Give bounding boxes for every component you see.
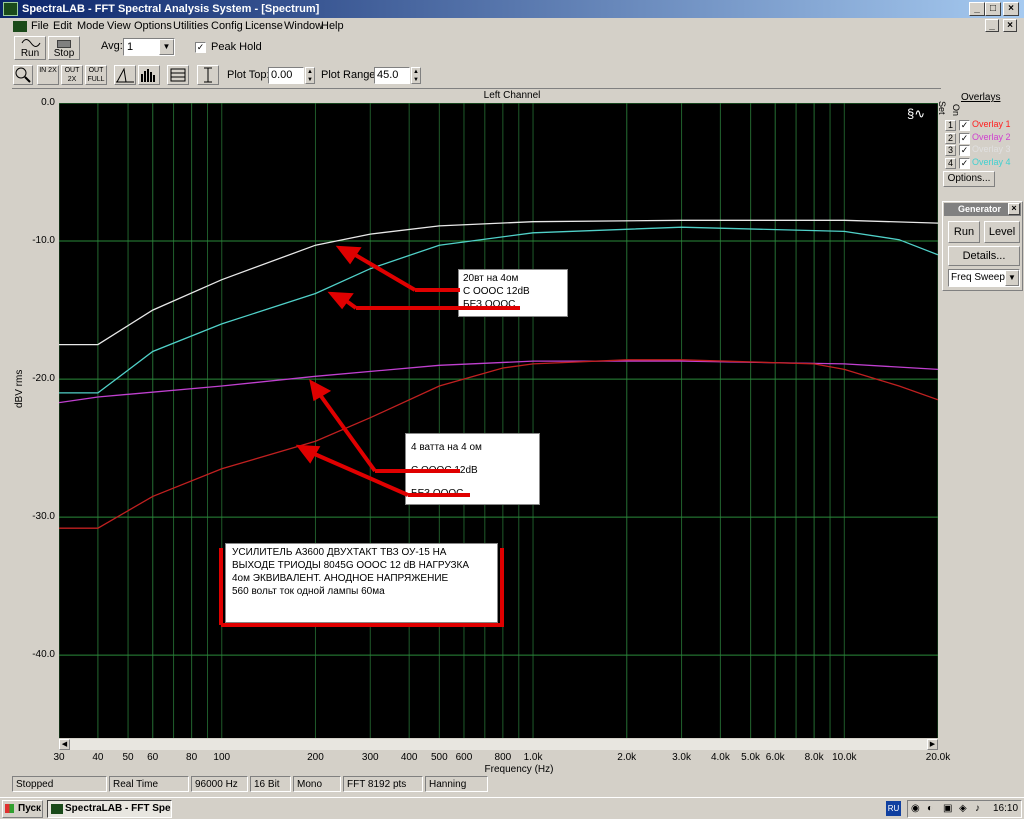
status-rate: 96000 Hz — [191, 776, 248, 792]
windows-logo-icon — [5, 804, 14, 813]
status-bits: 16 Bit — [250, 776, 291, 792]
status-mode: Real Time — [109, 776, 189, 792]
annotation-arrows — [219, 245, 520, 627]
overlay-set-button[interactable]: 4 — [945, 157, 956, 169]
generator-details-label: Details... — [962, 250, 1006, 262]
status-mode-text: Real Time — [113, 779, 159, 790]
system-tray: ◉ ◐ ▣ ◈ ♪ 16:10 — [907, 800, 1022, 818]
taskbar-app-button[interactable]: SpectraLAB - FFT Spe... — [47, 800, 172, 818]
language-label: RU — [887, 804, 900, 813]
overlays-set-col: Set — [937, 101, 947, 115]
overlay-options-button[interactable]: Options... — [943, 171, 995, 187]
taskbar: Пуск SpectraLAB - FFT Spe... RU ◉ ◐ ▣ ◈ … — [0, 797, 1024, 819]
generator-panel: Generator × Run Level Details... Freq Sw… — [942, 201, 1023, 291]
overlay-options-label: Options... — [947, 173, 991, 184]
overlay-on-checkbox[interactable]: ✓ — [959, 157, 970, 169]
tray-device-icon[interactable]: ◈ — [959, 803, 967, 814]
status-bits-text: 16 Bit — [254, 779, 280, 790]
overlays-header: Overlays — [961, 92, 1001, 103]
generator-run-button[interactable]: Run — [948, 221, 980, 243]
clock: 16:10 — [993, 803, 1019, 814]
generator-chevron-down-icon[interactable]: ▼ — [1005, 270, 1019, 286]
overlay-set-button[interactable]: 3 — [945, 145, 956, 156]
status-channels: Mono — [293, 776, 341, 792]
generator-close-icon[interactable]: × — [1008, 203, 1020, 215]
tray-network-icon[interactable]: ◉ — [911, 803, 920, 814]
taskbar-app-icon — [51, 804, 63, 814]
generator-title-label: Generator — [958, 204, 1002, 214]
language-indicator[interactable]: RU — [886, 801, 901, 816]
overlay-label: Overlay 3 — [972, 144, 1011, 154]
generator-level-label: Level — [988, 226, 1016, 238]
status-state: Stopped — [12, 776, 107, 792]
start-label: Пуск — [18, 803, 42, 814]
overlay-on-checkbox[interactable]: ✓ — [959, 145, 970, 156]
status-fft: FFT 8192 pts — [343, 776, 423, 792]
overlay-set-button[interactable]: 2 — [945, 132, 956, 144]
tray-volume-icon[interactable]: ◐ — [927, 803, 933, 814]
overlays-on-col: On — [951, 104, 961, 117]
overlay-on-checkbox[interactable]: ✓ — [959, 120, 970, 131]
generator-mode-value: Freq Sweep — [951, 272, 1005, 283]
tray-speaker-icon[interactable]: ♪ — [975, 803, 980, 814]
generator-level-button[interactable]: Level — [984, 221, 1020, 243]
tray-monitor-icon[interactable]: ▣ — [943, 803, 952, 814]
overlay-set-button[interactable]: 1 — [945, 120, 956, 131]
generator-details-button[interactable]: Details... — [948, 246, 1020, 266]
status-window: Hanning — [425, 776, 488, 792]
overlay-label: Overlay 1 — [972, 119, 1011, 129]
status-state-text: Stopped — [16, 779, 54, 790]
status-channels-text: Mono — [297, 779, 323, 790]
generator-run-label: Run — [953, 226, 975, 238]
overlay-label: Overlay 4 — [972, 156, 1011, 167]
status-rate-text: 96000 Hz — [195, 779, 238, 790]
status-window-text: Hanning — [429, 779, 467, 790]
status-fft-text: FFT 8192 pts — [347, 779, 407, 790]
overlay-label: Overlay 2 — [972, 131, 1011, 142]
taskbar-app-label: SpectraLAB - FFT Spe... — [65, 803, 172, 814]
overlay-on-checkbox[interactable]: ✓ — [959, 132, 970, 144]
